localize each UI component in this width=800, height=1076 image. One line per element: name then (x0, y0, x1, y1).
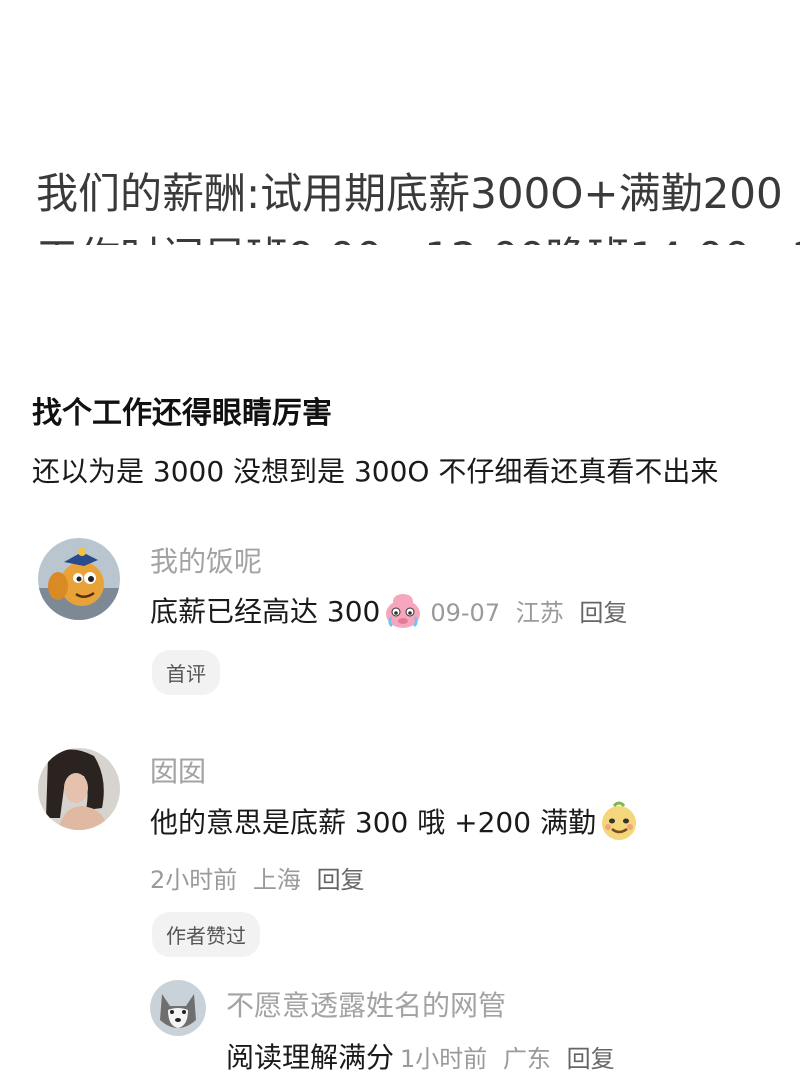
reply-button[interactable]: 回复 (317, 866, 365, 894)
avatar[interactable] (38, 748, 120, 830)
avatar[interactable] (38, 538, 120, 620)
post-title: 找个工作还得眼睛厉害 (32, 396, 332, 431)
post-body: 还以为是 3000 没想到是 300O 不仔细看还真看不出来 (32, 455, 719, 488)
husky-dog-avatar-icon (150, 980, 206, 1036)
comment-author[interactable]: 我的饭呢 (150, 540, 262, 580)
comment-meta: 09-07 江苏 回复 (430, 598, 628, 627)
comment-text: 底薪已经高达 300 09-07 江苏 回复 (150, 590, 635, 630)
comment-author[interactable]: 囡囡 (150, 750, 206, 790)
crying-pig-emoji-icon (386, 594, 421, 628)
comment-meta: 1小时前 广东 回复 (400, 1044, 615, 1073)
ad-salary-line: 我们的薪酬:试用期底薪300O+满勤200 (36, 169, 783, 218)
cartoon-fish-avatar-icon (38, 538, 120, 620)
smirk-face-emoji-icon (601, 801, 636, 840)
user-photo-avatar-icon (38, 748, 120, 830)
ad-cut-line: 工作时间早班9:00—12:00晚班14:00—22:0 (36, 236, 800, 245)
avatar[interactable] (150, 980, 206, 1036)
reply-button[interactable]: 回复 (579, 599, 627, 627)
first-comment-badge: 首评 (152, 650, 220, 695)
reply-button[interactable]: 回复 (567, 1045, 615, 1073)
comment-text: 阅读理解满分 1小时前 广东 回复 (226, 1036, 623, 1076)
job-ad-snippet: 我们的薪酬:试用期底薪300O+满勤200 工作时间早班9:00—12:00晚班… (0, 0, 800, 245)
comment-author[interactable]: 不愿意透露姓名的网管 (226, 984, 506, 1024)
comment-meta: 2小时前 上海 回复 (150, 866, 365, 894)
comment-text: 他的意思是底薪 300 哦 +200 满勤 (150, 800, 640, 842)
author-liked-badge: 作者赞过 (152, 912, 260, 957)
